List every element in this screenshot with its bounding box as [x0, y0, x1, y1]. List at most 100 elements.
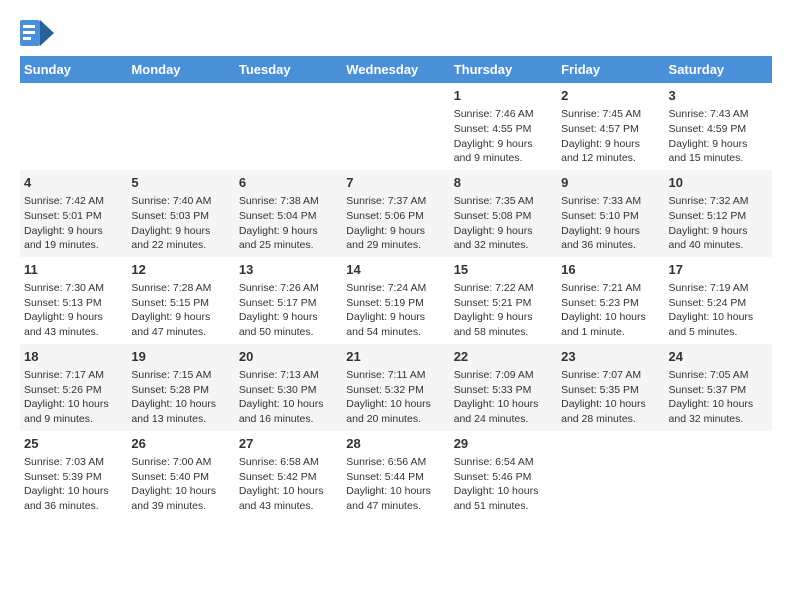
day-info: Sunrise: 7:30 AM Sunset: 5:13 PM Dayligh… [24, 281, 123, 340]
day-number: 13 [239, 261, 338, 279]
calendar-cell [235, 83, 342, 170]
weekday-header: Monday [127, 56, 234, 83]
day-info: Sunrise: 7:05 AM Sunset: 5:37 PM Dayligh… [669, 368, 768, 427]
day-number: 1 [454, 87, 553, 105]
calendar-cell: 27Sunrise: 6:58 AM Sunset: 5:42 PM Dayli… [235, 431, 342, 518]
weekday-header: Tuesday [235, 56, 342, 83]
calendar-cell: 8 Sunrise: 7:35 AM Sunset: 5:08 PM Daylig… [450, 170, 557, 257]
calendar-cell: 22 Sunrise: 7:09 AM Sunset: 5:33 PM Dayli… [450, 344, 557, 431]
calendar-cell: 5 Sunrise: 7:40 AM Sunset: 5:03 PM Daylig… [127, 170, 234, 257]
calendar-cell: 15 Sunrise: 7:22 AM Sunset: 5:21 PM Dayli… [450, 257, 557, 344]
day-number: 19 [131, 348, 230, 366]
calendar-cell: 14 Sunrise: 7:24 AM Sunset: 5:19 PM Dayli… [342, 257, 449, 344]
day-info: Sunrise: 7:26 AM Sunset: 5:17 PM Dayligh… [239, 281, 338, 340]
day-number: 12 [131, 261, 230, 279]
day-number: 7 [346, 174, 445, 192]
day-number: 25 [24, 435, 123, 453]
day-number: 18 [24, 348, 123, 366]
logo [20, 20, 58, 46]
calendar-week-row: 18 Sunrise: 7:17 AM Sunset: 5:26 PM Dayli… [20, 344, 772, 431]
calendar-cell [557, 431, 664, 518]
day-info: Sunrise: 6:56 AM Sunset: 5:44 PM Dayligh… [346, 455, 445, 514]
calendar-cell: 28 Sunrise: 6:56 AM Sunset: 5:44 PM Dayli… [342, 431, 449, 518]
day-number: 3 [669, 87, 768, 105]
day-info: Sunrise: 7:11 AM Sunset: 5:32 PM Dayligh… [346, 368, 445, 427]
calendar-table: SundayMondayTuesdayWednesdayThursdayFrid… [20, 56, 772, 518]
day-number: 11 [24, 261, 123, 279]
day-number: 17 [669, 261, 768, 279]
day-info: Sunrise: 7:24 AM Sunset: 5:19 PM Dayligh… [346, 281, 445, 340]
calendar-cell: 25 Sunrise: 7:03 AM Sunset: 5:39 PM Dayli… [20, 431, 127, 518]
calendar-cell: 29Sunrise: 6:54 AM Sunset: 5:46 PM Dayli… [450, 431, 557, 518]
calendar-cell: 18 Sunrise: 7:17 AM Sunset: 5:26 PM Dayli… [20, 344, 127, 431]
calendar-cell: 3 Sunrise: 7:43 AM Sunset: 4:59 PM Daylig… [665, 83, 772, 170]
calendar-cell [20, 83, 127, 170]
calendar-cell: 6 Sunrise: 7:38 AM Sunset: 5:04 PM Daylig… [235, 170, 342, 257]
day-info: Sunrise: 7:21 AM Sunset: 5:23 PM Dayligh… [561, 281, 660, 340]
day-number: 22 [454, 348, 553, 366]
calendar-cell: 9 Sunrise: 7:33 AM Sunset: 5:10 PM Daylig… [557, 170, 664, 257]
calendar-cell [665, 431, 772, 518]
calendar-cell: 4 Sunrise: 7:42 AM Sunset: 5:01 PM Daylig… [20, 170, 127, 257]
weekday-header: Saturday [665, 56, 772, 83]
calendar-cell: 7 Sunrise: 7:37 AM Sunset: 5:06 PM Daylig… [342, 170, 449, 257]
calendar-cell: 19 Sunrise: 7:15 AM Sunset: 5:28 PM Dayli… [127, 344, 234, 431]
calendar-cell: 16 Sunrise: 7:21 AM Sunset: 5:23 PM Dayli… [557, 257, 664, 344]
calendar-week-row: 25 Sunrise: 7:03 AM Sunset: 5:39 PM Dayli… [20, 431, 772, 518]
day-info: Sunrise: 6:58 AM Sunset: 5:42 PM Dayligh… [239, 455, 338, 514]
day-info: Sunrise: 7:22 AM Sunset: 5:21 PM Dayligh… [454, 281, 553, 340]
day-number: 21 [346, 348, 445, 366]
day-info: Sunrise: 7:38 AM Sunset: 5:04 PM Dayligh… [239, 194, 338, 253]
day-number: 6 [239, 174, 338, 192]
day-info: Sunrise: 7:45 AM Sunset: 4:57 PM Dayligh… [561, 107, 660, 166]
day-number: 16 [561, 261, 660, 279]
day-info: Sunrise: 7:07 AM Sunset: 5:35 PM Dayligh… [561, 368, 660, 427]
day-info: Sunrise: 7:17 AM Sunset: 5:26 PM Dayligh… [24, 368, 123, 427]
day-info: Sunrise: 7:32 AM Sunset: 5:12 PM Dayligh… [669, 194, 768, 253]
day-number: 23 [561, 348, 660, 366]
calendar-cell [127, 83, 234, 170]
weekday-header: Wednesday [342, 56, 449, 83]
day-info: Sunrise: 6:54 AM Sunset: 5:46 PM Dayligh… [454, 455, 553, 514]
day-info: Sunrise: 7:03 AM Sunset: 5:39 PM Dayligh… [24, 455, 123, 514]
day-info: Sunrise: 7:37 AM Sunset: 5:06 PM Dayligh… [346, 194, 445, 253]
calendar-cell: 21 Sunrise: 7:11 AM Sunset: 5:32 PM Dayli… [342, 344, 449, 431]
calendar-cell: 26 Sunrise: 7:00 AM Sunset: 5:40 PM Dayli… [127, 431, 234, 518]
day-number: 24 [669, 348, 768, 366]
day-info: Sunrise: 7:40 AM Sunset: 5:03 PM Dayligh… [131, 194, 230, 253]
day-number: 26 [131, 435, 230, 453]
day-number: 15 [454, 261, 553, 279]
day-number: 28 [346, 435, 445, 453]
calendar-cell: 17 Sunrise: 7:19 AM Sunset: 5:24 PM Dayli… [665, 257, 772, 344]
day-number: 2 [561, 87, 660, 105]
day-info: Sunrise: 7:09 AM Sunset: 5:33 PM Dayligh… [454, 368, 553, 427]
calendar-cell: 23 Sunrise: 7:07 AM Sunset: 5:35 PM Dayli… [557, 344, 664, 431]
day-info: Sunrise: 7:33 AM Sunset: 5:10 PM Dayligh… [561, 194, 660, 253]
day-info: Sunrise: 7:28 AM Sunset: 5:15 PM Dayligh… [131, 281, 230, 340]
calendar-week-row: 4 Sunrise: 7:42 AM Sunset: 5:01 PM Daylig… [20, 170, 772, 257]
day-number: 9 [561, 174, 660, 192]
day-number: 8 [454, 174, 553, 192]
calendar-cell: 11 Sunrise: 7:30 AM Sunset: 5:13 PM Dayli… [20, 257, 127, 344]
calendar-cell: 10Sunrise: 7:32 AM Sunset: 5:12 PM Dayli… [665, 170, 772, 257]
day-number: 4 [24, 174, 123, 192]
day-info: Sunrise: 7:13 AM Sunset: 5:30 PM Dayligh… [239, 368, 338, 427]
day-info: Sunrise: 7:00 AM Sunset: 5:40 PM Dayligh… [131, 455, 230, 514]
day-number: 14 [346, 261, 445, 279]
day-info: Sunrise: 7:43 AM Sunset: 4:59 PM Dayligh… [669, 107, 768, 166]
calendar-cell: 12 Sunrise: 7:28 AM Sunset: 5:15 PM Dayli… [127, 257, 234, 344]
day-info: Sunrise: 7:15 AM Sunset: 5:28 PM Dayligh… [131, 368, 230, 427]
day-number: 5 [131, 174, 230, 192]
weekday-header: Thursday [450, 56, 557, 83]
weekday-header: Friday [557, 56, 664, 83]
day-number: 20 [239, 348, 338, 366]
day-info: Sunrise: 7:35 AM Sunset: 5:08 PM Dayligh… [454, 194, 553, 253]
logo-icon [20, 20, 54, 46]
weekday-header: Sunday [20, 56, 127, 83]
calendar-cell: 24 Sunrise: 7:05 AM Sunset: 5:37 PM Dayli… [665, 344, 772, 431]
day-info: Sunrise: 7:46 AM Sunset: 4:55 PM Dayligh… [454, 107, 553, 166]
calendar-cell [342, 83, 449, 170]
day-info: Sunrise: 7:42 AM Sunset: 5:01 PM Dayligh… [24, 194, 123, 253]
day-info: Sunrise: 7:19 AM Sunset: 5:24 PM Dayligh… [669, 281, 768, 340]
calendar-cell: 1 Sunrise: 7:46 AM Sunset: 4:55 PM Daylig… [450, 83, 557, 170]
